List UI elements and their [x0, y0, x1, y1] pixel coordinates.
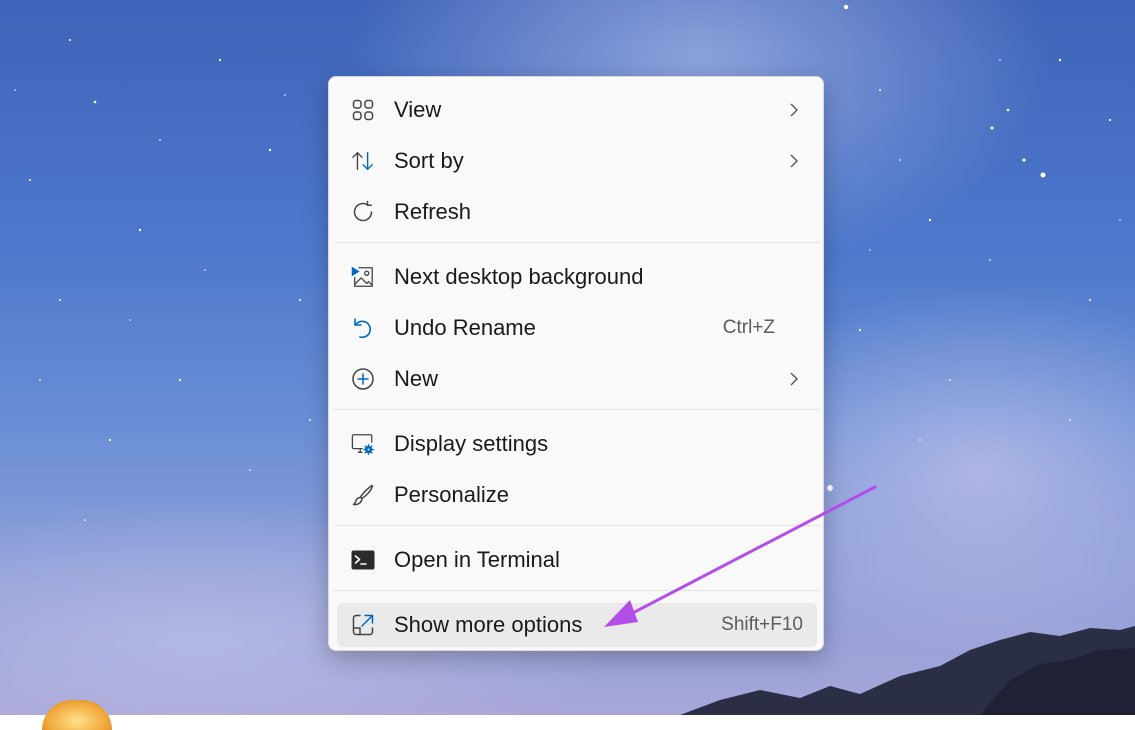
- desktop-context-menu: View Sort by Refresh Next desktop backgr…: [328, 76, 824, 651]
- menu-item-label: Next desktop background: [394, 264, 644, 289]
- menu-item-show-more-options[interactable]: Show more options Shift+F10: [337, 603, 817, 647]
- menu-item-view[interactable]: View: [337, 88, 817, 132]
- menu-item-label: Open in Terminal: [394, 547, 560, 572]
- menu-separator: [334, 590, 820, 591]
- menu-item-new[interactable]: New: [337, 357, 817, 401]
- menu-item-label: Display settings: [394, 431, 549, 456]
- chevron-right-icon: [790, 103, 798, 117]
- menu-item-undo-rename[interactable]: Undo Rename Ctrl+Z: [337, 306, 817, 350]
- undo-icon: [351, 316, 375, 340]
- menu-item-sort-by[interactable]: Sort by: [337, 139, 817, 183]
- refresh-icon: [351, 200, 375, 224]
- sort-arrows-icon: [351, 149, 375, 173]
- plus-circle-icon: [351, 367, 375, 391]
- terminal-icon: [351, 548, 375, 572]
- keyboard-shortcut: Ctrl+Z: [722, 317, 775, 338]
- paintbrush-icon: [351, 483, 375, 507]
- grid-icon: [351, 98, 375, 122]
- display-settings-icon: [351, 432, 375, 456]
- menu-separator: [334, 525, 820, 526]
- menu-item-label: Refresh: [394, 199, 472, 224]
- menu-separator: [334, 242, 820, 243]
- menu-item-refresh[interactable]: Refresh: [337, 190, 817, 234]
- menu-item-label: New: [394, 366, 439, 391]
- menu-item-label: Sort by: [394, 148, 464, 173]
- menu-item-label: Undo Rename: [394, 315, 536, 340]
- next-background-icon: [351, 265, 375, 289]
- keyboard-shortcut: Shift+F10: [721, 614, 803, 635]
- menu-item-open-in-terminal[interactable]: Open in Terminal: [337, 538, 817, 582]
- chevron-right-icon: [790, 372, 798, 386]
- menu-separator: [334, 409, 820, 410]
- chevron-right-icon: [790, 154, 798, 168]
- menu-item-next-desktop-background[interactable]: Next desktop background: [337, 255, 817, 299]
- menu-item-label: View: [394, 97, 442, 122]
- menu-item-label: Personalize: [394, 482, 509, 507]
- menu-item-display-settings[interactable]: Display settings: [337, 422, 817, 466]
- menu-item-personalize[interactable]: Personalize: [337, 473, 817, 517]
- menu-item-label: Show more options: [394, 612, 583, 637]
- external-options-icon: [351, 613, 375, 637]
